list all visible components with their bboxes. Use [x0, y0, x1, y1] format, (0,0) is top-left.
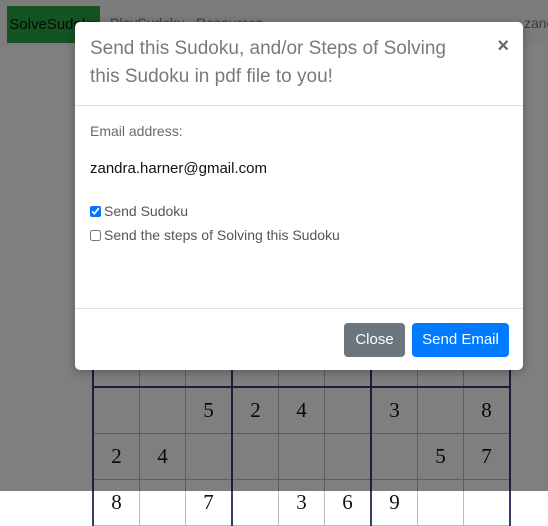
dialog-footer: Close Send Email	[75, 308, 523, 371]
send-sudoku-label: Send Sudoku	[104, 203, 189, 219]
send-email-dialog: Send this Sudoku, and/or Steps of Solvin…	[75, 22, 523, 370]
close-button[interactable]: Close	[344, 323, 405, 357]
send-steps-option[interactable]: Send the steps of Solving this Sudoku	[90, 227, 340, 243]
close-icon[interactable]: ×	[497, 35, 509, 58]
send-email-button[interactable]: Send Email	[412, 323, 509, 357]
email-label: Email address:	[90, 123, 183, 139]
send-steps-label: Send the steps of Solving this Sudoku	[104, 227, 340, 243]
dialog-header: Send this Sudoku, and/or Steps of Solvin…	[75, 22, 523, 106]
dialog-title: Send this Sudoku, and/or Steps of Solvin…	[90, 38, 446, 87]
send-sudoku-option[interactable]: Send Sudoku	[90, 203, 188, 219]
email-field[interactable]: zandra.harner@gmail.com	[90, 160, 267, 177]
send-steps-checkbox[interactable]	[90, 229, 101, 241]
send-sudoku-checkbox[interactable]	[90, 205, 101, 217]
